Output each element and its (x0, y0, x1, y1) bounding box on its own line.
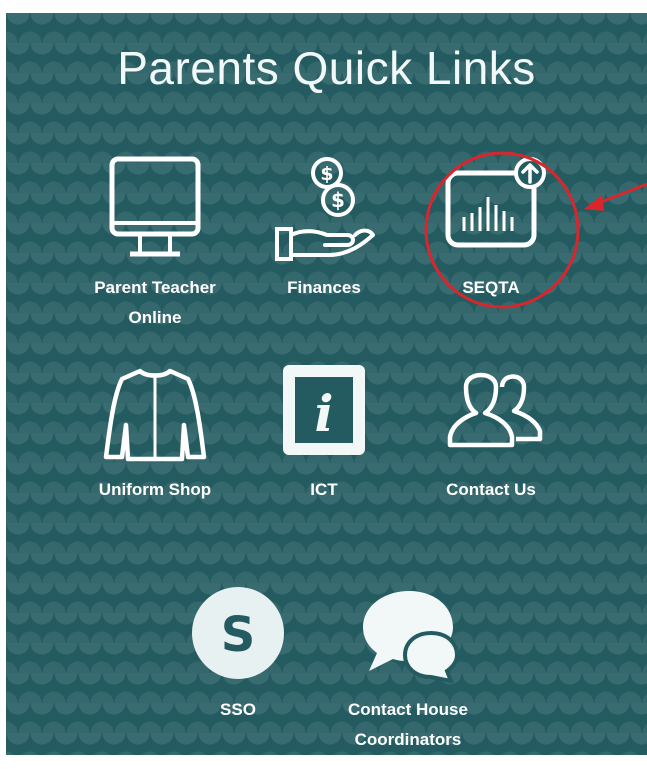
sso-link[interactable]: S SSO (153, 585, 323, 725)
svg-text:$: $ (331, 188, 345, 212)
page-title: Parents Quick Links (117, 42, 536, 94)
annotation-arrow-head (584, 195, 604, 211)
contact-house-coordinators-link[interactable]: Contact House Coordinators (323, 585, 493, 755)
uniform-shop-label: Uniform Shop (98, 480, 212, 499)
finances-link[interactable]: $ $ Finances (239, 155, 409, 303)
seqta-link[interactable]: SEQTA (406, 155, 576, 303)
finances-label: Finances (287, 278, 361, 297)
info-icon: i (283, 365, 365, 455)
chat-bubbles-icon (363, 591, 460, 684)
sso-label: SSO (220, 700, 256, 719)
users-icon (447, 372, 543, 448)
annotation-arrow-shaft (595, 182, 647, 206)
ict-label: ICT (310, 480, 338, 499)
contact-us-link[interactable]: Contact Us (406, 365, 576, 505)
svg-text:S: S (221, 607, 256, 663)
uniform-shop-link[interactable]: Uniform Shop (70, 365, 240, 505)
parent-teacher-online-label: Parent Teacher Online (94, 278, 216, 327)
seqta-label: SEQTA (462, 278, 520, 297)
contact-us-label: Contact Us (446, 480, 536, 499)
svg-text:i: i (315, 384, 334, 443)
money-hand-icon: $ $ (275, 157, 375, 261)
jacket-icon (103, 368, 207, 462)
s-circle-icon: S (192, 587, 284, 679)
parent-teacher-online-link[interactable]: Parent Teacher Online (70, 155, 240, 333)
quick-links-panel: Parents Quick Links Parent Teacher Onlin… (6, 13, 647, 755)
contact-house-coordinators-label: Contact House Coordinators (348, 700, 468, 749)
monitor-icon (109, 156, 201, 257)
chart-upload-icon (445, 157, 546, 248)
svg-text:$: $ (320, 163, 333, 185)
ict-link[interactable]: i ICT (239, 365, 409, 505)
